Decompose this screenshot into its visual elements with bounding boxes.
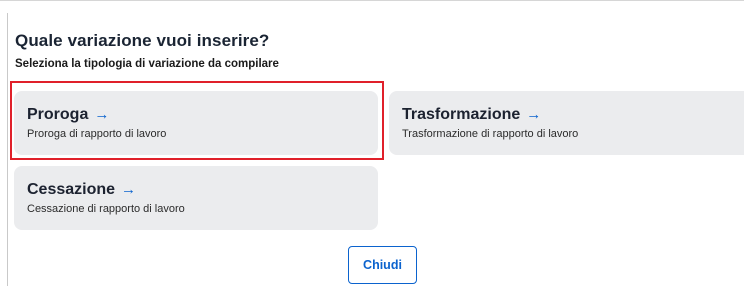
arrow-right-icon: → — [121, 181, 137, 198]
close-button[interactable]: Chiudi — [348, 246, 417, 284]
option-title-proroga: Proroga — [27, 106, 89, 123]
dialog-subtitle: Seleziona la tipologia di variazione da … — [15, 58, 279, 70]
dialog-left-border — [7, 13, 8, 286]
option-title-cessazione: Cessazione — [27, 181, 116, 198]
option-card-cessazione[interactable]: Cessazione → Cessazione di rapporto di l… — [14, 166, 378, 230]
option-card-proroga[interactable]: Proroga → Proroga di rapporto di lavoro — [14, 91, 378, 155]
arrow-right-icon: → — [526, 106, 542, 123]
option-title-trasformazione: Trasformazione — [402, 106, 521, 123]
option-card-title-row: Proroga → — [27, 105, 378, 125]
dialog-title: Quale variazione vuoi inserire? — [15, 31, 270, 50]
arrow-right-icon: → — [94, 106, 110, 123]
option-description-proroga: Proroga di rapporto di lavoro — [27, 128, 167, 140]
option-card-title-row: Trasformazione → — [402, 105, 744, 125]
option-description-cessazione: Cessazione di rapporto di lavoro — [27, 203, 185, 215]
option-card-trasformazione[interactable]: Trasformazione → Trasformazione di rappo… — [389, 91, 744, 155]
option-card-title-row: Cessazione → — [27, 180, 378, 200]
variation-dialog: Quale variazione vuoi inserire? Selezion… — [0, 0, 744, 286]
option-description-trasformazione: Trasformazione di rapporto di lavoro — [402, 128, 579, 140]
